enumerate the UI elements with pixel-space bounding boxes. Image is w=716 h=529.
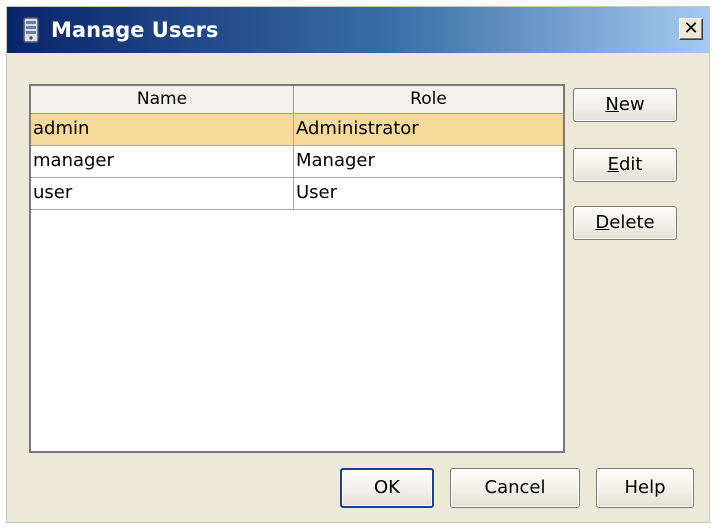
user-role-cell: User	[296, 182, 338, 203]
new-mnemonic: N	[605, 94, 619, 115]
new-label: ew	[618, 94, 645, 115]
user-name-cell: admin	[31, 114, 294, 145]
ok-button[interactable]: OK	[340, 468, 434, 508]
close-icon: ✕	[683, 18, 699, 39]
user-role-cell: Manager	[296, 150, 375, 171]
table-row[interactable]: admin Administrator	[31, 114, 563, 146]
column-header-name[interactable]: Name	[31, 86, 294, 113]
column-header-role[interactable]: Role	[294, 86, 563, 113]
edit-button[interactable]: Edit	[573, 148, 677, 182]
edit-mnemonic: E	[607, 154, 619, 175]
delete-label: elete	[609, 212, 655, 233]
delete-mnemonic: D	[595, 212, 610, 233]
edit-label: dit	[618, 154, 643, 175]
server-icon	[23, 17, 39, 43]
user-role-cell: Administrator	[296, 118, 419, 139]
table-row[interactable]: user User	[31, 178, 563, 210]
table-header: Name Role	[31, 86, 563, 114]
delete-button[interactable]: Delete	[573, 206, 677, 240]
window-title: Manage Users	[51, 18, 219, 42]
table-row[interactable]: manager Manager	[31, 146, 563, 178]
user-name-cell: user	[31, 178, 294, 209]
new-button[interactable]: New	[573, 88, 677, 122]
manage-users-dialog: Manage Users ✕ Name Role admin Administr…	[6, 6, 710, 523]
close-button[interactable]: ✕	[679, 18, 703, 40]
help-button[interactable]: Help	[596, 468, 694, 508]
user-name-cell: manager	[31, 146, 294, 177]
title-bar[interactable]: Manage Users ✕	[7, 7, 709, 53]
users-table[interactable]: Name Role admin Administrator manager Ma…	[29, 84, 565, 453]
cancel-button[interactable]: Cancel	[450, 468, 580, 508]
